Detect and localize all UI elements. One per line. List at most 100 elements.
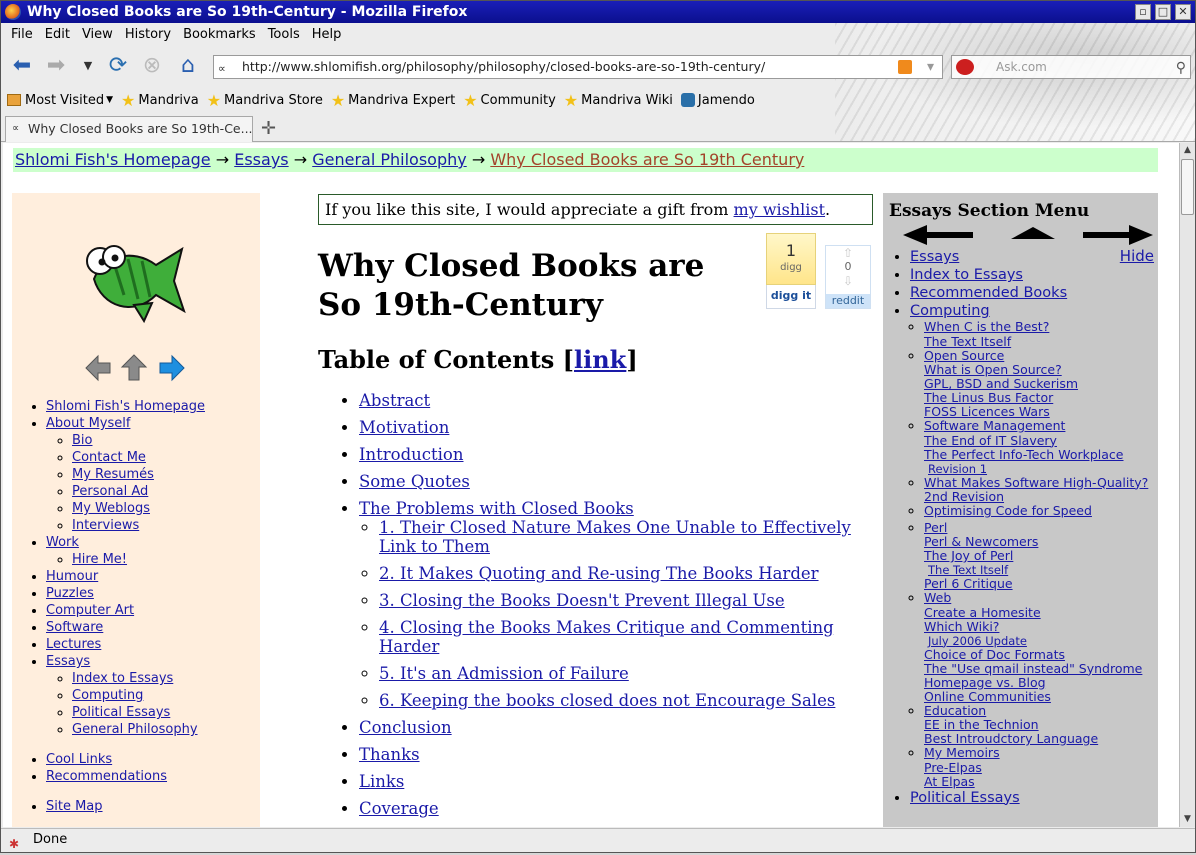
menu-link-perfect-workplace[interactable]: The Perfect Info-Tech Workplace (924, 447, 1124, 462)
nav-link-site-map[interactable]: Site Map (46, 799, 103, 814)
nav-link-computer-art[interactable]: Computer Art (46, 603, 134, 618)
rss-feed-icon[interactable] (898, 60, 912, 74)
menu-link-what-is-os[interactable]: What is Open Source? (924, 362, 1062, 377)
menu-link-index-essays[interactable]: Index to Essays (910, 267, 1023, 283)
menu-link-text-itself[interactable]: The Text Itself (924, 334, 1011, 349)
toc-link-some-quotes[interactable]: Some Quotes (359, 472, 470, 491)
menu-link-open-source[interactable]: Open Source (924, 348, 1004, 363)
tab-current[interactable]: ∝ Why Closed Books are So 19th-Ce... (5, 116, 253, 142)
menu-link-perl[interactable]: Perl (924, 520, 947, 535)
menu-link-july-2006[interactable]: July 2006 Update (928, 634, 1027, 648)
menu-next-arrow-icon[interactable] (1083, 225, 1153, 245)
menu-link-political-essays[interactable]: Political Essays (910, 790, 1020, 806)
menu-tools[interactable]: Tools (262, 23, 306, 47)
menu-link-it-slavery[interactable]: The End of IT Slavery (924, 433, 1057, 448)
nav-link-lectures[interactable]: Lectures (46, 637, 101, 652)
menu-link-computing[interactable]: Computing (910, 303, 990, 319)
breadcrumb-essays[interactable]: Essays (234, 150, 288, 169)
digg-it-button[interactable]: digg it (766, 285, 816, 309)
menu-link-recommended-books[interactable]: Recommended Books (910, 285, 1067, 301)
nav-link-cool-links[interactable]: Cool Links (46, 752, 112, 767)
menu-link-education[interactable]: Education (924, 703, 986, 718)
reddit-label[interactable]: reddit (826, 294, 870, 308)
nav-link-humour[interactable]: Humour (46, 569, 98, 584)
close-button[interactable]: ✕ (1175, 4, 1191, 20)
bookmark-mandriva-expert[interactable]: ★ Mandriva Expert (331, 91, 455, 110)
toc-link-motivation[interactable]: Motivation (359, 418, 449, 437)
prev-page-arrow-icon[interactable] (85, 354, 111, 382)
nav-link-contact[interactable]: Contact Me (72, 450, 146, 465)
url-bar[interactable]: ∝ http://www.shlomifish.org/philosophy/p… (213, 55, 943, 79)
toc-link-coverage[interactable]: Coverage (359, 799, 439, 818)
nav-link-index-essays[interactable]: Index to Essays (72, 671, 173, 686)
nav-link-essays[interactable]: Essays (46, 654, 90, 669)
menu-prev-arrow-icon[interactable] (903, 225, 973, 245)
toc-link-problems[interactable]: The Problems with Closed Books (359, 499, 634, 518)
menu-link-homepage-blog[interactable]: Homepage vs. Blog (924, 675, 1046, 690)
nav-link-about[interactable]: About Myself (46, 416, 130, 431)
menu-link-joy-of-perl[interactable]: The Joy of Perl (924, 548, 1013, 563)
history-dropdown-icon[interactable]: ▼ (75, 54, 101, 80)
menu-link-optimising[interactable]: Optimising Code for Speed (924, 503, 1092, 518)
breadcrumb-philosophy[interactable]: General Philosophy (312, 150, 467, 169)
reddit-upvote-icon[interactable]: ⇧ (826, 246, 870, 260)
bookmark-mandriva-wiki[interactable]: ★ Mandriva Wiki (564, 91, 673, 110)
menu-link-doc-formats[interactable]: Choice of Doc Formats (924, 647, 1065, 662)
menu-history[interactable]: History (119, 23, 177, 47)
up-page-arrow-icon[interactable] (120, 354, 148, 381)
menu-link-ee-technion[interactable]: EE in the Technion (924, 717, 1039, 732)
nav-link-bio[interactable]: Bio (72, 433, 92, 448)
menu-link-foss-wars[interactable]: FOSS Licences Wars (924, 404, 1050, 419)
vertical-scrollbar[interactable]: ▲ ▼ (1179, 143, 1195, 827)
menu-up-arrow-icon[interactable] (1011, 227, 1055, 239)
nav-link-puzzles[interactable]: Puzzles (46, 586, 94, 601)
toc-link-problem-3[interactable]: 3. Closing the Books Doesn't Prevent Ill… (379, 591, 785, 610)
bookmark-most-visited[interactable]: Most Visited ▼ (7, 93, 113, 108)
toc-link-problem-2[interactable]: 2. It Makes Quoting and Re-using The Boo… (379, 564, 819, 583)
menu-link-perl-newcomers[interactable]: Perl & Newcomers (924, 534, 1038, 549)
menu-bookmarks[interactable]: Bookmarks (177, 23, 262, 47)
breadcrumb-current[interactable]: Why Closed Books are So 19th Century (490, 150, 804, 169)
site-identity-icon[interactable]: ∝ (218, 58, 238, 76)
nav-link-resumes[interactable]: My Resumés (72, 467, 154, 482)
bookmark-mandriva[interactable]: ★ Mandriva (121, 91, 199, 110)
menu-link-perl-text-itself[interactable]: The Text Itself (928, 563, 1008, 577)
toc-link-problem-1[interactable]: 1. Their Closed Nature Makes One Unable … (379, 518, 851, 556)
scroll-thumb[interactable] (1181, 159, 1194, 215)
menu-edit[interactable]: Edit (39, 23, 76, 47)
menu-link-create-homesite[interactable]: Create a Homesite (924, 605, 1041, 620)
toc-link-introduction[interactable]: Introduction (359, 445, 464, 464)
forward-arrow-icon[interactable]: ➡ (43, 54, 69, 80)
breadcrumb-home[interactable]: Shlomi Fish's Homepage (15, 150, 211, 169)
menu-help[interactable]: Help (306, 23, 348, 47)
nav-link-work[interactable]: Work (46, 535, 79, 550)
menu-link-web[interactable]: Web (924, 590, 951, 605)
menu-link-when-c[interactable]: When C is the Best? (924, 319, 1049, 334)
toc-link-problem-4[interactable]: 4. Closing the Books Makes Critique and … (379, 618, 834, 656)
menu-link-revision-1[interactable]: Revision 1 (928, 462, 987, 476)
menu-link-best-language[interactable]: Best Introudctory Language (924, 731, 1098, 746)
search-box[interactable]: Ask.com ⚲ (951, 55, 1191, 79)
menu-link-sw-quality[interactable]: What Makes Software High-Quality? (924, 475, 1148, 490)
maximize-button[interactable]: □ (1155, 4, 1171, 20)
toc-link-problem-6[interactable]: 6. Keeping the books closed does not Enc… (379, 691, 835, 710)
stop-icon[interactable]: ⊗ (139, 54, 165, 80)
toc-link-problem-5[interactable]: 5. It's an Admission of Failure (379, 664, 629, 683)
toc-link-links[interactable]: Links (359, 772, 404, 791)
toc-link-conclusion[interactable]: Conclusion (359, 718, 452, 737)
menu-link-perl6-critique[interactable]: Perl 6 Critique (924, 576, 1013, 591)
toc-link-thanks[interactable]: Thanks (359, 745, 420, 764)
bookmark-jamendo[interactable]: Jamendo (680, 93, 755, 108)
back-arrow-icon[interactable]: ⬅ (9, 54, 35, 80)
menu-link-qmail[interactable]: The "Use qmail instead" Syndrome (924, 661, 1142, 676)
toc-link-abstract[interactable]: Abstract (359, 391, 430, 410)
search-engine-icon[interactable] (956, 59, 974, 75)
menu-link-online-communities[interactable]: Online Communities (924, 689, 1051, 704)
nav-link-software[interactable]: Software (46, 620, 103, 635)
nav-link-recommendations[interactable]: Recommendations (46, 769, 167, 784)
bookmark-community[interactable]: ★ Community (463, 91, 556, 110)
nav-link-weblogs[interactable]: My Weblogs (72, 501, 150, 516)
nav-link-interviews[interactable]: Interviews (72, 518, 139, 533)
new-tab-icon[interactable]: ✛ (261, 118, 276, 139)
bookmark-mandriva-store[interactable]: ★ Mandriva Store (207, 91, 323, 110)
